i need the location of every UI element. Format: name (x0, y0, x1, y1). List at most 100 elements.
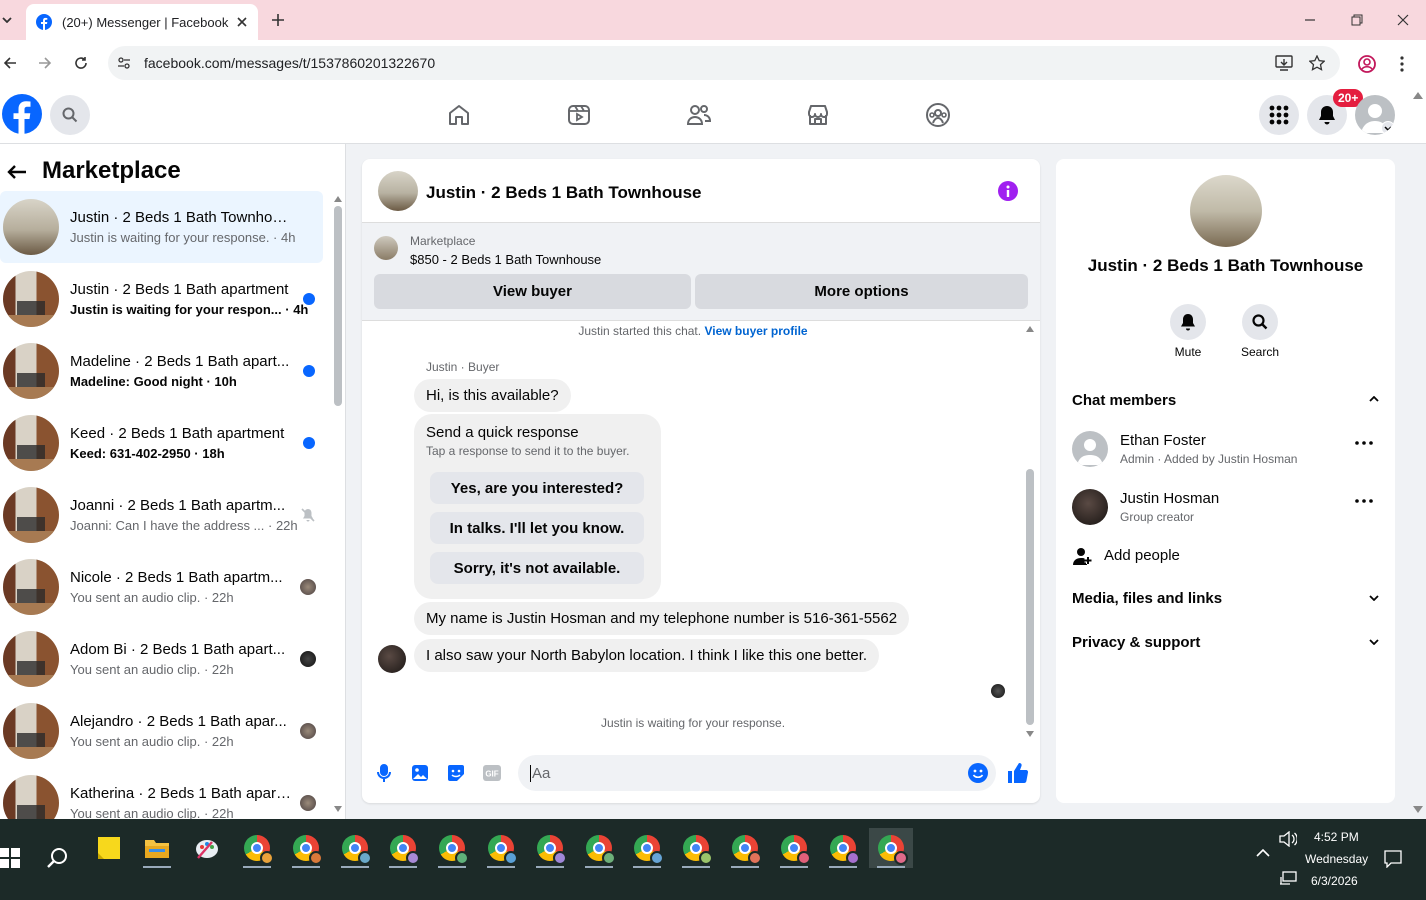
nav-friends[interactable] (639, 86, 759, 144)
info-avatar[interactable] (1190, 175, 1262, 247)
tab-close-icon[interactable] (236, 16, 248, 28)
site-info-icon[interactable] (116, 55, 132, 71)
browser-menu-icon[interactable] (1394, 53, 1410, 75)
chrome-window-icon[interactable] (772, 828, 816, 868)
notification-center-icon[interactable] (1384, 850, 1402, 868)
listing-title[interactable]: $850 - 2 Beds 1 Bath Townhouse (410, 252, 601, 267)
message-bubble[interactable]: My name is Justin Hosman and my telephon… (414, 602, 910, 635)
file-explorer-icon[interactable] (135, 828, 179, 868)
scroll-up-icon[interactable] (334, 196, 342, 202)
member-more-icon[interactable] (1355, 499, 1373, 503)
page-scroll-up-icon[interactable] (1413, 92, 1423, 99)
chat-members-section[interactable]: Chat members (1072, 392, 1379, 409)
chrome-window-icon[interactable] (869, 828, 914, 868)
conversation-item[interactable]: Madeline · 2 Beds 1 Bath apart... Madelin… (0, 335, 323, 407)
new-tab-icon[interactable] (268, 10, 288, 30)
chrome-window-icon[interactable] (284, 828, 328, 868)
volume-icon[interactable] (1279, 831, 1297, 847)
sender-avatar[interactable] (378, 645, 406, 673)
conversation-item[interactable]: Justin · 2 Beds 1 Bath Townhouse Justin i… (0, 191, 323, 263)
chat-scroll-up-icon[interactable] (1026, 326, 1034, 332)
gif-icon[interactable]: GIF (482, 763, 502, 783)
add-people-button[interactable]: Add people (1072, 544, 1379, 568)
chrome-window-icon[interactable] (430, 828, 474, 868)
listing-thumbnail[interactable] (374, 236, 398, 260)
photo-icon[interactable] (410, 763, 430, 783)
message-bubble[interactable]: Hi, is this available? (414, 379, 571, 412)
view-buyer-profile-link[interactable]: View buyer profile (704, 324, 807, 338)
privacy-support-section[interactable]: Privacy & support (1072, 634, 1379, 651)
mute-button[interactable] (1170, 304, 1206, 340)
chrome-window-icon[interactable] (625, 828, 669, 868)
page-scroll-down-icon[interactable] (1413, 806, 1423, 813)
network-icon[interactable] (1279, 871, 1297, 885)
emoji-icon[interactable] (968, 763, 988, 783)
quick-response-option[interactable]: In talks. I'll let you know. (430, 512, 644, 544)
chrome-window-icon[interactable] (235, 828, 279, 868)
forward-icon[interactable] (35, 53, 55, 73)
chrome-window-icon[interactable] (333, 828, 377, 868)
sticky-notes-icon[interactable] (87, 828, 131, 868)
conversation-item[interactable]: Keed · 2 Beds 1 Bath apartment Keed: 631-… (0, 407, 323, 479)
taskbar-search-icon[interactable] (36, 838, 80, 878)
search-in-conversation-button[interactable] (1242, 304, 1278, 340)
chrome-window-icon[interactable] (674, 828, 718, 868)
back-icon[interactable] (0, 53, 20, 73)
clock-day[interactable]: Wednesday (1305, 852, 1368, 866)
bookmark-star-icon[interactable] (1307, 54, 1327, 72)
quick-response-option[interactable]: Sorry, it's not available. (430, 552, 644, 584)
chrome-window-icon[interactable] (479, 828, 523, 868)
conversation-item[interactable]: Justin · 2 Beds 1 Bath apartment Justin i… (0, 263, 323, 335)
chat-title[interactable]: Justin · 2 Beds 1 Bath Townhouse (426, 183, 702, 203)
nav-video[interactable] (519, 86, 639, 144)
paint-icon[interactable] (185, 828, 229, 868)
tray-overflow-icon[interactable] (1256, 849, 1270, 857)
nav-marketplace[interactable] (758, 86, 878, 144)
conversation-item[interactable]: Joanni · 2 Beds 1 Bath apartm... Joanni: … (0, 479, 323, 551)
chrome-window-icon[interactable] (577, 828, 621, 868)
search-button[interactable] (50, 95, 90, 135)
nav-home[interactable] (399, 86, 519, 144)
message-bubble[interactable]: I also saw your North Babylon location. … (414, 639, 880, 672)
scroll-down-icon[interactable] (334, 806, 342, 812)
nav-groups[interactable] (878, 86, 998, 144)
member-row[interactable]: Justin Hosman Group creator (1072, 487, 1379, 527)
chat-scroll-down-icon[interactable] (1026, 731, 1034, 737)
install-app-icon[interactable] (1274, 54, 1294, 72)
more-options-button[interactable]: More options (695, 274, 1028, 309)
tab-search-icon[interactable] (0, 10, 14, 30)
start-icon[interactable] (0, 838, 32, 878)
clock-date[interactable]: 6/3/2026 (1311, 874, 1358, 888)
menu-button[interactable] (1259, 95, 1299, 135)
back-arrow-icon[interactable] (6, 162, 28, 182)
conversation-item[interactable]: Nicole · 2 Beds 1 Bath apartm... You sent… (0, 551, 323, 623)
chrome-window-icon[interactable] (723, 828, 767, 868)
sticker-icon[interactable] (446, 763, 466, 783)
chrome-window-icon[interactable] (528, 828, 572, 868)
account-avatar[interactable] (1355, 95, 1395, 135)
view-buyer-button[interactable]: View buyer (374, 274, 691, 309)
conversation-item[interactable]: Adom Bi · 2 Beds 1 Bath apart... You sent… (0, 623, 323, 695)
media-files-links-section[interactable]: Media, files and links (1072, 590, 1379, 607)
profile-icon[interactable] (1356, 53, 1378, 75)
microphone-icon[interactable] (374, 763, 394, 783)
sidebar-scrollbar[interactable] (334, 206, 342, 406)
quick-response-option[interactable]: Yes, are you interested? (430, 472, 644, 504)
clock-time[interactable]: 4:52 PM (1314, 830, 1359, 844)
close-window-icon[interactable] (1393, 10, 1413, 30)
chrome-window-icon[interactable] (381, 828, 425, 868)
reload-icon[interactable] (71, 53, 91, 73)
conversation-item[interactable]: Alejandro · 2 Beds 1 Bath apar... You sen… (0, 695, 323, 767)
chat-avatar[interactable] (378, 171, 418, 211)
tab-messenger[interactable]: (20+) Messenger | Facebook (26, 4, 258, 40)
conversation-item[interactable]: Katherina · 2 Beds 1 Bath apartm... You s… (0, 767, 323, 819)
notifications-button[interactable]: 20+ (1307, 89, 1364, 135)
address-bar[interactable]: facebook.com/messages/t/1537860201322670 (108, 46, 1340, 80)
message-input[interactable]: Aa (518, 755, 996, 791)
member-more-icon[interactable] (1355, 441, 1373, 445)
chat-scrollbar[interactable] (1026, 469, 1034, 725)
minimize-icon[interactable] (1300, 10, 1320, 30)
info-icon[interactable] (998, 181, 1018, 201)
member-row[interactable]: Ethan Foster Admin · Added by Justin Hos… (1072, 429, 1379, 469)
restore-icon[interactable] (1347, 10, 1367, 30)
